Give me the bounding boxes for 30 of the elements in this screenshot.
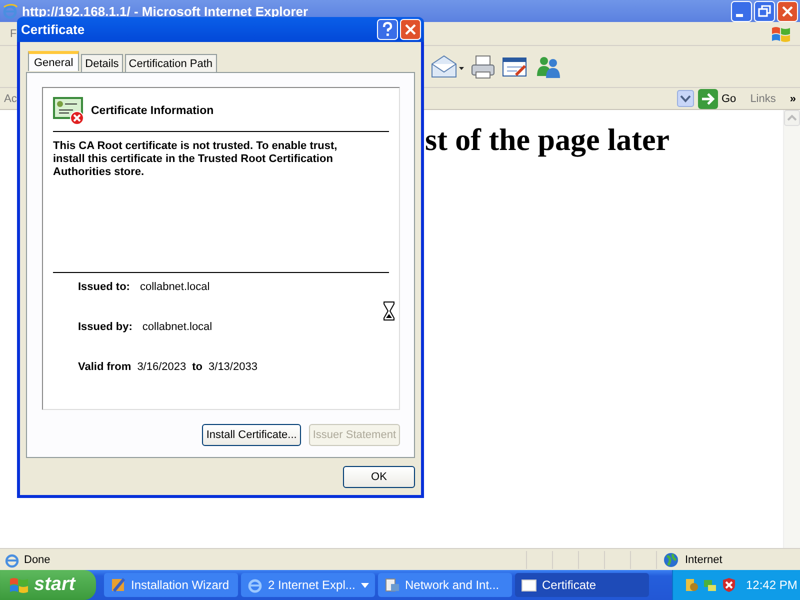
zone-label: Internet xyxy=(685,554,722,566)
field-value: 3/13/2033 xyxy=(208,361,258,373)
menu-item[interactable]: F xyxy=(10,28,17,40)
tab[interactable]: Certification Path xyxy=(124,54,217,72)
field-value: collabnet.local xyxy=(140,281,210,293)
address-label: Ac xyxy=(4,92,18,104)
taskbar-button[interactable]: 2 Internet Expl... xyxy=(241,573,375,597)
taskbar-button[interactable]: Installation Wizard xyxy=(104,573,238,597)
links-button[interactable]: Links xyxy=(750,92,776,104)
section-title: Certificate Information xyxy=(91,105,214,117)
status-text: Done xyxy=(24,554,50,566)
tab[interactable]: General xyxy=(28,51,80,71)
field-label: Issued to: xyxy=(78,281,130,293)
ok-button[interactable]: OK xyxy=(343,466,415,488)
tab[interactable]: Details xyxy=(81,54,123,72)
go-button[interactable]: Go xyxy=(698,88,736,108)
message-text: This CA Root certificate is not trusted. To enable trust, install this certificate in the Trusted Root Certification Authorities store. xyxy=(53,140,338,179)
window-title: http://192.168.1.1/ - Microsoft Internet Explorer xyxy=(22,4,310,18)
taskbar-button[interactable]: Certificate xyxy=(515,573,649,597)
dialog-button[interactable]: Install Certificate... xyxy=(202,424,301,446)
chevron-button[interactable]: » xyxy=(790,92,796,104)
field-label: to xyxy=(192,361,203,373)
clock: 12:42 PM xyxy=(746,578,798,592)
field-value: 3/16/2023 xyxy=(137,361,186,373)
field-value: collabnet.local xyxy=(142,321,212,333)
field-label: Valid from xyxy=(78,361,132,373)
field-label: Issued by: xyxy=(78,321,132,333)
page-heading: st of the page later xyxy=(425,122,670,158)
taskbar-button[interactable]: Network and Int... xyxy=(378,573,512,597)
dialog-title: Certificate xyxy=(21,22,85,37)
